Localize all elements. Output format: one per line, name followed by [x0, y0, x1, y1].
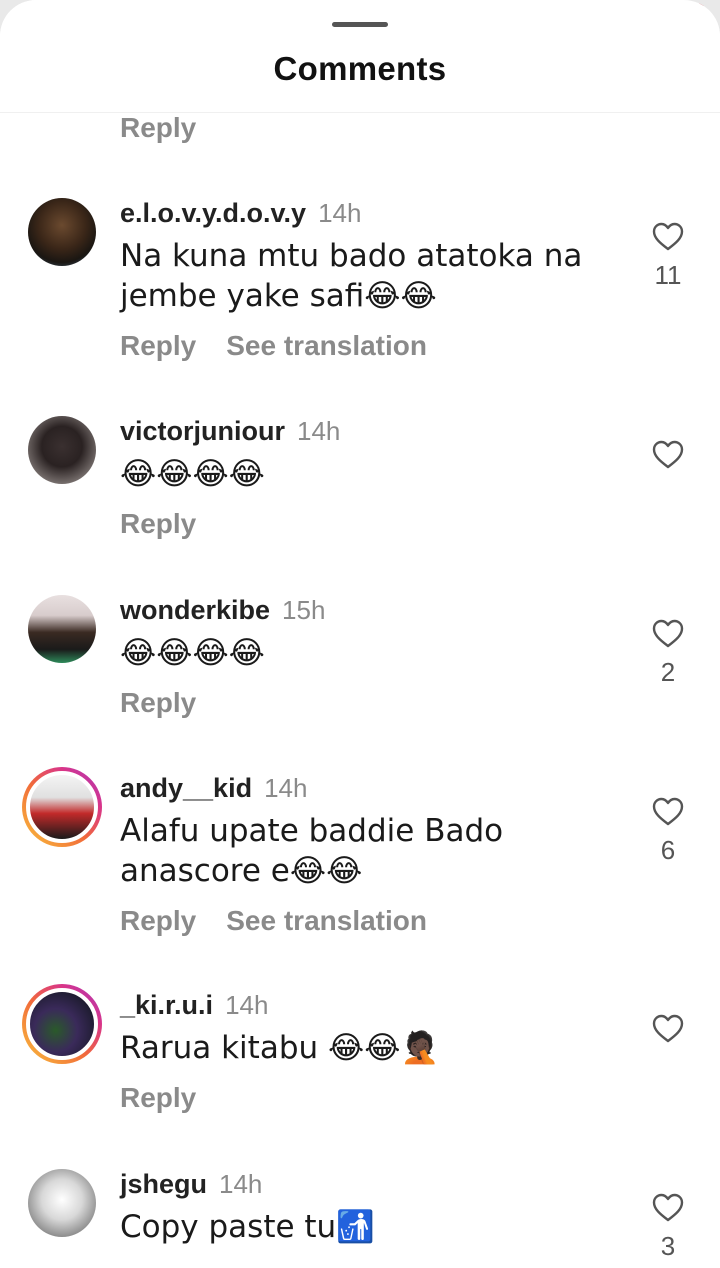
like-button[interactable]: 3 — [650, 1193, 686, 1262]
username[interactable]: andy__kid — [120, 773, 252, 803]
comment-actions: Reply See translation — [120, 905, 427, 937]
avatar[interactable] — [28, 1169, 96, 1237]
like-button[interactable]: 11 — [650, 222, 686, 291]
avatar[interactable] — [28, 595, 96, 663]
see-translation-button[interactable]: See translation — [226, 330, 427, 361]
avatar-image — [26, 771, 98, 843]
like-button[interactable] — [650, 440, 686, 470]
heart-outline-icon — [652, 619, 684, 648]
avatar-image — [28, 416, 96, 484]
reply-button[interactable]: Reply — [120, 112, 196, 144]
comment-text: 😂😂😂😂 — [120, 635, 265, 671]
username[interactable]: victorjuniour — [120, 416, 285, 446]
comments-sheet: Comments Reply e.l.o.v.y.d.o.v.y 14h Na k… — [0, 0, 720, 1268]
comment-time: 14h — [225, 990, 269, 1020]
comment-author[interactable]: e.l.o.v.y.d.o.v.y 14h — [120, 198, 361, 229]
comment-author[interactable]: jshegu 14h — [120, 1169, 262, 1200]
reply-button[interactable]: Reply — [120, 330, 196, 361]
comment-actions: Reply See translation — [120, 330, 427, 362]
like-button[interactable]: 6 — [650, 797, 686, 866]
comment-time: 15h — [282, 595, 326, 625]
avatar-image — [28, 198, 96, 266]
comment-author[interactable]: victorjuniour 14h — [120, 416, 340, 447]
comment-author[interactable]: _ki.r.u.i 14h — [120, 990, 268, 1021]
username[interactable]: wonderkibe — [120, 595, 270, 625]
comment-text: Copy paste tu🚮 — [120, 1209, 375, 1245]
reply-button[interactable]: Reply — [120, 687, 196, 718]
comment-actions: Reply — [120, 1082, 196, 1114]
comment-time: 14h — [219, 1169, 263, 1199]
avatar[interactable] — [28, 198, 96, 266]
heart-outline-icon — [652, 440, 684, 469]
heart-outline-icon — [652, 1193, 684, 1222]
comments-header: Comments — [0, 0, 720, 113]
comment-author[interactable]: andy__kid 14h — [120, 773, 307, 804]
comment-author[interactable]: wonderkibe 15h — [120, 595, 325, 626]
comment-text: 😂😂😂😂 — [120, 456, 265, 492]
reply-button[interactable]: Reply — [120, 508, 196, 539]
see-translation-button[interactable]: See translation — [226, 905, 427, 936]
avatar-image — [28, 595, 96, 663]
comment-time: 14h — [297, 416, 341, 446]
like-count: 11 — [654, 260, 682, 290]
comment-text: Rarua kitabu 😂😂🤦🏿 — [120, 1030, 440, 1066]
heart-outline-icon — [652, 222, 684, 251]
like-button[interactable]: 2 — [650, 619, 686, 688]
username[interactable]: jshegu — [120, 1169, 207, 1199]
comment-actions: Reply — [120, 687, 196, 719]
avatar[interactable] — [22, 767, 102, 847]
avatar-image — [26, 988, 98, 1060]
comment-text: Alafu upate baddie Bado anascore e😂😂 — [120, 813, 504, 889]
avatar-image — [28, 1169, 96, 1237]
heart-outline-icon — [652, 797, 684, 826]
avatar[interactable] — [22, 984, 102, 1064]
heart-outline-icon — [652, 1014, 684, 1043]
reply-button[interactable]: Reply — [120, 905, 196, 936]
username[interactable]: e.l.o.v.y.d.o.v.y — [120, 198, 306, 228]
comments-list[interactable]: Reply e.l.o.v.y.d.o.v.y 14h Na kuna mtu b… — [0, 112, 720, 1268]
avatar[interactable] — [28, 416, 96, 484]
drag-handle[interactable] — [332, 22, 388, 27]
comment-time: 14h — [264, 773, 308, 803]
comment-actions: Reply — [120, 508, 196, 540]
page-title: Comments — [273, 50, 447, 87]
comment-time: 14h — [318, 198, 362, 228]
like-count: 6 — [660, 835, 676, 865]
like-count: 2 — [660, 657, 676, 687]
reply-button[interactable]: Reply — [120, 1082, 196, 1113]
like-button[interactable] — [650, 1014, 686, 1044]
username[interactable]: _ki.r.u.i — [120, 990, 213, 1020]
like-count: 3 — [660, 1231, 676, 1261]
comment-text: Na kuna mtu bado atatoka na jembe yake s… — [120, 238, 583, 314]
